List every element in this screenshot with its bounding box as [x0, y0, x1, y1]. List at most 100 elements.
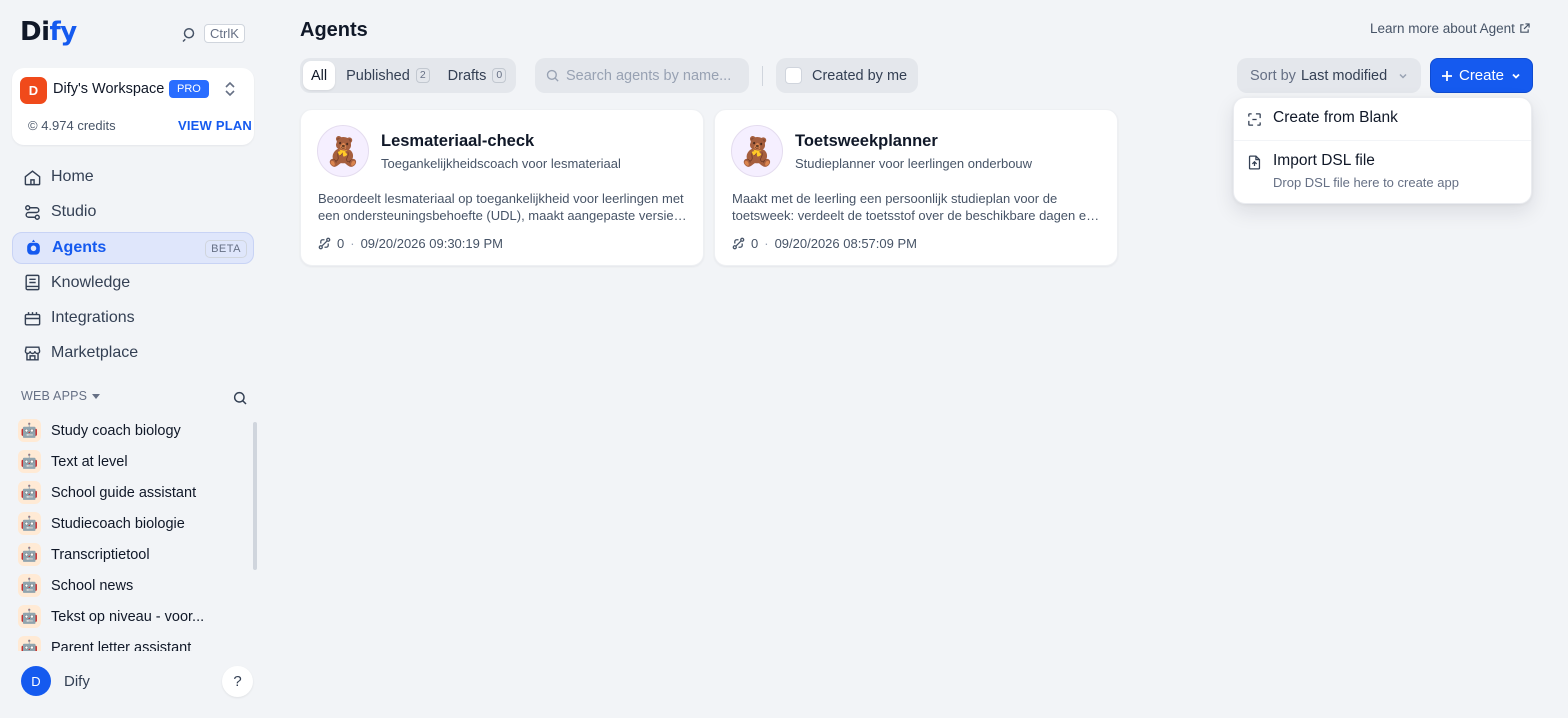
- web-apps-list: 🤖 Study coach biology 🤖 Text at level 🤖 Sch…: [18, 415, 250, 651]
- book-icon: [25, 275, 40, 291]
- user-profile[interactable]: D Dify: [21, 666, 90, 696]
- web-app-item[interactable]: 🤖 Text at level: [18, 446, 250, 477]
- sidebar: Dify CtrlK D Dify's Workspace PRO © 4.97…: [0, 0, 266, 718]
- learn-more-link[interactable]: Learn more about Agent: [1370, 21, 1530, 36]
- file-import-icon: [1248, 155, 1261, 170]
- sidebar-item-knowledge[interactable]: Knowledge: [12, 267, 254, 299]
- search-icon[interactable]: [232, 390, 248, 406]
- teddy-bear-icon: 🧸: [317, 125, 369, 177]
- caret-down-icon: [92, 394, 101, 399]
- home-icon: [24, 169, 41, 185]
- chevron-up-down-icon[interactable]: [222, 80, 238, 98]
- plan-badge: PRO: [169, 80, 209, 98]
- shortcut-key: CtrlK: [204, 24, 245, 43]
- sidebar-item-home[interactable]: Home: [12, 161, 254, 193]
- search-box: [535, 58, 749, 93]
- search-icon: [546, 69, 559, 82]
- create-from-blank-item[interactable]: Create from Blank: [1246, 109, 1398, 128]
- web-app-item[interactable]: 🤖 Transcriptietool: [18, 539, 250, 570]
- help-button[interactable]: ?: [222, 666, 253, 697]
- sort-value: Last modified: [1300, 67, 1388, 84]
- import-dsl-hint: Drop DSL file here to create app: [1273, 175, 1459, 190]
- sidebar-item-agents[interactable]: Agents BETA: [12, 231, 254, 264]
- usage-icon: [732, 237, 745, 250]
- web-app-item[interactable]: 🤖 Parent letter assistant: [18, 632, 250, 651]
- chevron-down-icon: [1399, 73, 1407, 79]
- sidebar-item-label: Integrations: [51, 309, 135, 327]
- sidebar-item-marketplace[interactable]: Marketplace: [12, 337, 254, 369]
- command-palette-shortcut[interactable]: CtrlK: [180, 24, 245, 43]
- web-app-label: Studiecoach biologie: [51, 515, 185, 532]
- workspace-avatar[interactable]: D: [20, 77, 47, 104]
- view-plan-link[interactable]: VIEW PLAN: [178, 118, 252, 133]
- created-by-me-label: Created by me: [812, 67, 908, 84]
- agent-card[interactable]: 🧸 Toetsweekplanner Studieplanner voor le…: [714, 109, 1118, 266]
- menu-divider: [1234, 140, 1531, 141]
- web-app-label: School guide assistant: [51, 484, 197, 501]
- web-app-label: Transcriptietool: [51, 546, 150, 563]
- tab-label: All: [311, 67, 328, 84]
- sort-prefix: Sort by: [1250, 67, 1296, 84]
- credits-text: 4.974 credits: [41, 118, 116, 133]
- agent-icon: [27, 239, 40, 255]
- agent-title: Lesmateriaal-check: [381, 132, 535, 150]
- robot-icon: 🤖: [18, 450, 41, 473]
- sidebar-item-label: Marketplace: [51, 344, 139, 362]
- web-app-item[interactable]: 🤖 Tekst op niveau - voor...: [18, 601, 250, 632]
- robot-icon: 🤖: [18, 512, 41, 535]
- tab-label: Drafts: [447, 67, 487, 84]
- robot-icon: 🤖: [18, 574, 41, 597]
- sidebar-item-label: Studio: [51, 203, 97, 221]
- user-name: Dify: [64, 672, 90, 690]
- web-apps-scrollbar[interactable]: [253, 422, 257, 570]
- agent-updated-date: 09/20/2026 08:57:09 PM: [774, 236, 917, 251]
- tab-count: 2: [415, 68, 430, 83]
- web-app-item[interactable]: 🤖 School news: [18, 570, 250, 601]
- robot-icon: 🤖: [18, 605, 41, 628]
- robot-icon: 🤖: [18, 543, 41, 566]
- agent-usage-count: 0: [337, 236, 345, 251]
- sidebar-item-integrations[interactable]: Integrations: [12, 302, 254, 334]
- briefcase-icon: [24, 311, 41, 326]
- agent-usage-count: 0: [751, 236, 759, 251]
- meta-separator: ·: [764, 236, 769, 251]
- web-app-item[interactable]: 🤖 Studiecoach biologie: [18, 508, 250, 539]
- web-apps-toggle[interactable]: WEB APPS: [21, 389, 101, 403]
- web-app-item[interactable]: 🤖 Study coach biology: [18, 415, 250, 446]
- search-input[interactable]: [566, 67, 746, 84]
- create-button[interactable]: Create: [1430, 58, 1533, 93]
- logo-text-part2: fy: [49, 17, 78, 47]
- web-app-label: Parent letter assistant: [51, 639, 192, 652]
- created-by-me-filter[interactable]: Created by me: [776, 58, 918, 93]
- agent-meta: 0 · 09/20/2026 09:30:19 PM: [318, 236, 503, 251]
- web-app-label: School news: [51, 577, 134, 594]
- teddy-bear-icon: 🧸: [731, 125, 783, 177]
- chevron-down-icon: [1512, 73, 1520, 79]
- robot-icon: 🤖: [18, 481, 41, 504]
- import-dsl-item[interactable]: Import DSL file Drop DSL file here to cr…: [1246, 152, 1459, 190]
- agent-description: Beoordeelt lesmateriaal op toegankelijkh…: [318, 191, 684, 223]
- tab-label: Published: [346, 67, 410, 84]
- agent-meta: 0 · 09/20/2026 08:57:09 PM: [732, 236, 917, 251]
- tab-drafts[interactable]: Drafts 0: [441, 61, 514, 90]
- workspace-name[interactable]: Dify's Workspace: [53, 81, 164, 97]
- tab-all[interactable]: All: [303, 61, 336, 90]
- web-app-label: Tekst op niveau - voor...: [51, 608, 205, 625]
- agent-subtitle: Toegankelijkheidscoach voor lesmateriaal: [381, 156, 621, 171]
- external-link-icon: [1520, 23, 1530, 33]
- sidebar-nav: Home Studio Agents BETA Knowledge Integr…: [12, 161, 254, 373]
- usage-icon: [318, 237, 331, 250]
- robot-icon: 🤖: [18, 636, 41, 651]
- store-icon: [24, 346, 41, 361]
- tab-published[interactable]: Published 2: [339, 61, 437, 90]
- created-by-me-checkbox[interactable]: [785, 67, 802, 84]
- agent-card[interactable]: 🧸 Lesmateriaal-check Toegankelijkheidsco…: [300, 109, 704, 266]
- import-dsl-label: Import DSL file: [1273, 152, 1375, 169]
- sidebar-item-studio[interactable]: Studio: [12, 196, 254, 228]
- sort-select[interactable]: Sort by Last modified: [1237, 58, 1421, 93]
- search-history-icon: [182, 27, 195, 42]
- web-app-item[interactable]: 🤖 School guide assistant: [18, 477, 250, 508]
- page-title: Agents: [300, 19, 368, 41]
- learn-more-label: Learn more about Agent: [1370, 21, 1515, 36]
- dify-logo[interactable]: Dify: [20, 17, 77, 47]
